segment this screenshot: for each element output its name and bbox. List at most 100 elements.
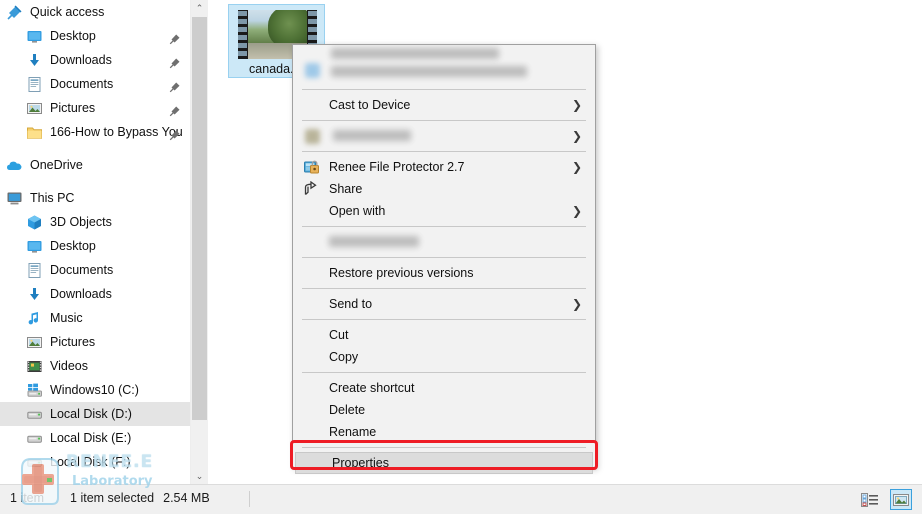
menu-item-properties[interactable]: Properties: [295, 452, 593, 474]
pin-icon[interactable]: [169, 29, 182, 42]
navigation-pane[interactable]: Quick accessDesktopDownloadsDocumentsPic…: [0, 0, 190, 485]
sidebar-item-label: Desktop: [50, 24, 96, 48]
menu-separator: [302, 89, 586, 90]
sidebar-item-label: Downloads: [50, 48, 112, 72]
menu-item-renee-file-protector-2-7[interactable]: Renee File Protector 2.7 ❯: [293, 156, 595, 178]
sidebar-item-label: Pictures: [50, 96, 95, 120]
renee-lock-icon: [304, 159, 320, 175]
menu-item-label: Delete: [329, 399, 365, 421]
context-menu[interactable]: Cast to Device❯❯Renee File Protector 2.7…: [292, 44, 596, 468]
music-icon: [26, 310, 43, 327]
sidebar-item-music[interactable]: Music: [0, 306, 190, 330]
submenu-arrow-icon: ❯: [572, 293, 582, 315]
sidebar-item-downloads[interactable]: Downloads: [0, 48, 190, 72]
menu-item-create-shortcut[interactable]: Create shortcut: [293, 377, 595, 399]
pin-icon[interactable]: [169, 101, 182, 114]
sidebar-item-pictures[interactable]: Pictures: [0, 330, 190, 354]
sidebar-item-local-disk-f[interactable]: Local Disk (F:): [0, 450, 190, 474]
submenu-arrow-icon: ❯: [572, 156, 582, 178]
menu-separator: [302, 372, 586, 373]
sidebar-item-label: Videos: [50, 354, 88, 378]
sidebar-item-label: Documents: [50, 258, 113, 282]
menu-separator: [302, 151, 586, 152]
sidebar-item-documents[interactable]: Documents: [0, 258, 190, 282]
status-bar: 1 item 1 item selected 2.54 MB: [0, 484, 922, 514]
menu-item-label: Cast to Device: [329, 94, 410, 116]
menu-item-cast-to-device[interactable]: Cast to Device ❯: [293, 94, 595, 116]
menu-item-rename[interactable]: Rename: [293, 421, 595, 443]
pin-icon[interactable]: [169, 53, 182, 66]
documents-icon: [26, 262, 43, 279]
menu-item-copy[interactable]: Copy: [293, 346, 595, 368]
sidebar-item-3d-objects[interactable]: 3D Objects: [0, 210, 190, 234]
scroll-down-icon[interactable]: ⌄: [191, 468, 208, 485]
menu-item-label: Cut: [329, 324, 348, 346]
blurred-icon: [305, 63, 320, 78]
details-view-button[interactable]: [859, 489, 881, 510]
menu-separator: [302, 226, 586, 227]
menu-item-label: Renee File Protector 2.7: [329, 156, 465, 178]
drive-icon: [26, 406, 43, 423]
sidebar-item-windows10-c[interactable]: Windows10 (C:): [0, 378, 190, 402]
menu-item-delete[interactable]: Delete: [293, 399, 595, 421]
sidebar-scrollbar[interactable]: ⌃ ⌄: [190, 0, 208, 485]
submenu-arrow-icon: ❯: [572, 200, 582, 222]
submenu-arrow-icon: ❯: [572, 125, 582, 147]
scroll-up-icon[interactable]: ⌃: [191, 0, 208, 17]
menu-item-label: Rename: [329, 421, 376, 443]
sidebar-item-downloads[interactable]: Downloads: [0, 282, 190, 306]
sidebar-item-desktop[interactable]: Desktop: [0, 234, 190, 258]
sidebar-item-label: Quick access: [30, 0, 104, 24]
status-divider: [249, 491, 250, 507]
sidebar-item-166-how-to-bypass-you[interactable]: 166-How to Bypass You: [0, 120, 190, 144]
pictures-icon: [26, 100, 43, 117]
sidebar-item-label: Pictures: [50, 330, 95, 354]
sidebar-item-local-disk-d[interactable]: Local Disk (D:): [0, 402, 190, 426]
downloads-icon: [26, 52, 43, 69]
desktop-icon: [26, 238, 43, 255]
sidebar-item-label: Local Disk (F:): [50, 450, 131, 474]
sidebar-item-videos[interactable]: Videos: [0, 354, 190, 378]
sidebar-item-local-disk-e[interactable]: Local Disk (E:): [0, 426, 190, 450]
menu-item-send-to[interactable]: Send to ❯: [293, 293, 595, 315]
selection-size-label: 2.54 MB: [163, 491, 210, 505]
downloads-icon: [26, 286, 43, 303]
menu-item-label: Send to: [329, 293, 372, 315]
sidebar-item-onedrive[interactable]: OneDrive: [0, 153, 190, 177]
sidebar-item-label: Desktop: [50, 234, 96, 258]
sidebar-item-quick-access[interactable]: Quick access: [0, 0, 190, 24]
menu-item-open-with[interactable]: Open with❯: [293, 200, 595, 222]
sidebar-item-label: Documents: [50, 72, 113, 96]
menu-item-label: Share: [329, 178, 362, 200]
this-pc-icon: [6, 190, 23, 207]
pin-icon[interactable]: [169, 77, 182, 90]
share-icon: [304, 181, 320, 197]
folder-icon: [26, 124, 43, 141]
large-icons-view-button[interactable]: [890, 489, 912, 510]
menu-item-redacted[interactable]: ❯: [293, 125, 595, 147]
scrollbar-thumb[interactable]: [192, 17, 207, 420]
sidebar-gap: [0, 177, 190, 186]
sidebar-item-label: Music: [50, 306, 83, 330]
menu-item-cut[interactable]: Cut: [293, 324, 595, 346]
sidebar-item-label: Downloads: [50, 282, 112, 306]
pin-icon[interactable]: [169, 125, 182, 138]
menu-item-redacted[interactable]: [293, 231, 595, 253]
selection-count-label: 1 item selected: [70, 491, 154, 505]
sidebar-item-this-pc[interactable]: This PC: [0, 186, 190, 210]
menu-item-label: Properties: [332, 452, 389, 474]
sidebar-item-documents[interactable]: Documents: [0, 72, 190, 96]
sidebar-item-label: Local Disk (E:): [50, 426, 131, 450]
sidebar-item-pictures[interactable]: Pictures: [0, 96, 190, 120]
sidebar-item-desktop[interactable]: Desktop: [0, 24, 190, 48]
menu-item-restore-previous-versions[interactable]: Restore previous versions: [293, 262, 595, 284]
menu-item-share[interactable]: Share: [293, 178, 595, 200]
menu-separator: [302, 288, 586, 289]
menu-item-redacted[interactable]: [293, 45, 595, 85]
windows-drive-icon: [26, 382, 43, 399]
menu-item-label: Restore previous versions: [329, 262, 474, 284]
submenu-arrow-icon: ❯: [572, 94, 582, 116]
sidebar-item-label: This PC: [30, 186, 74, 210]
desktop-icon: [26, 28, 43, 45]
menu-item-label: Copy: [329, 346, 358, 368]
